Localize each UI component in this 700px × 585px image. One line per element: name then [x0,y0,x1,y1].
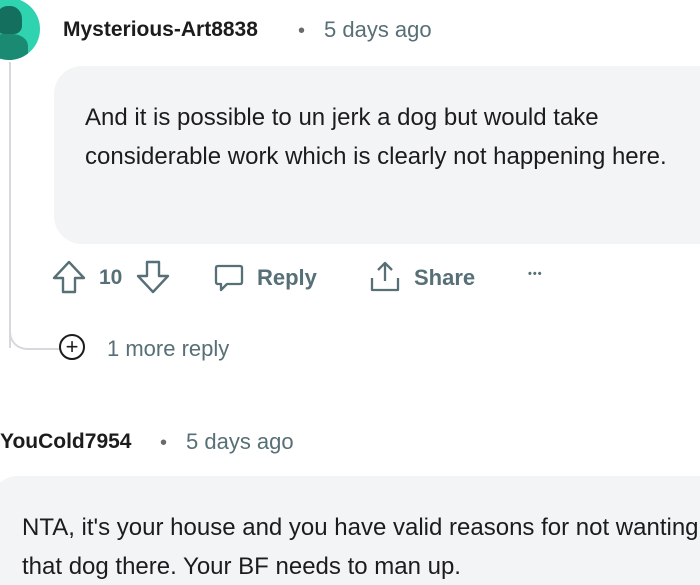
comment-text: And it is possible to un jerk a dog but … [85,104,667,170]
comment-author[interactable]: YouCold7954 [0,430,131,454]
comment-text: NTA, it's your house and you have valid … [22,514,699,580]
comment-timestamp[interactable]: 5 days ago [186,429,294,455]
downvote-icon[interactable] [135,259,171,295]
reply-label: Reply [257,265,317,290]
meta-separator: • [298,20,306,42]
meta-separator: • [160,432,168,454]
share-button[interactable]: Share [368,258,483,298]
overflow-menu-icon[interactable]: ••• [528,268,543,280]
reply-button[interactable]: Reply [213,258,323,298]
comment-body: And it is possible to un jerk a dog but … [54,66,700,244]
share-icon [368,260,402,294]
reply-bubble-icon [213,261,245,293]
share-label: Share [414,265,476,290]
thread-line [9,62,11,348]
thread-connector [9,318,61,350]
vote-count: 10 [99,266,123,289]
avatar[interactable] [0,0,40,60]
plus-circle-icon: + [59,334,85,360]
more-replies-label: 1 more reply [107,336,230,361]
comment-author[interactable]: Mysterious-Art8838 [63,18,258,42]
comment-timestamp[interactable]: 5 days ago [324,17,432,43]
comment-body: NTA, it's your house and you have valid … [0,476,700,585]
more-replies-button[interactable]: + 1 more reply [59,333,259,365]
upvote-icon[interactable] [51,259,87,295]
